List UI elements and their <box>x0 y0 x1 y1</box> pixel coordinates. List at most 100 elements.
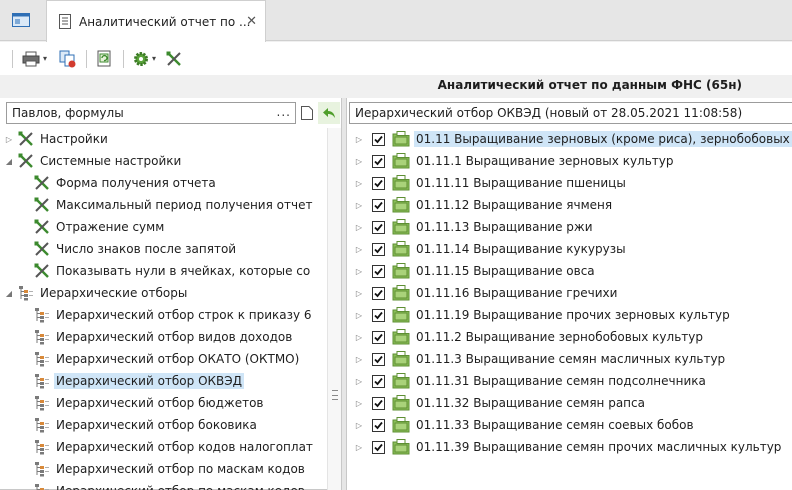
settings-filter-field[interactable]: Павлов, формулы ... <box>6 102 296 124</box>
app-window: Аналитический отчет по ... ✕ ▾ ▾ Аналити… <box>0 0 792 490</box>
expand-icon[interactable]: ▷ <box>354 201 364 210</box>
tree-node[interactable]: Иерархический отбор боковика <box>30 414 259 436</box>
toolbar: ▾ ▾ <box>0 42 792 75</box>
tab-strip: Аналитический отчет по ... ✕ <box>0 0 792 42</box>
expand-icon[interactable]: ▷ <box>354 377 364 386</box>
expand-icon[interactable]: ▷ <box>354 267 364 276</box>
tree-node[interactable]: Иерархический отбор строк к приказу 6 <box>30 304 314 326</box>
tree-node[interactable]: Форма получения отчета <box>30 172 218 194</box>
okved-row[interactable]: ▷ 01.11.31 Выращивание семян подсолнечник… <box>347 370 708 392</box>
chevron-down-icon[interactable]: ▾ <box>152 54 156 63</box>
tree-node[interactable]: Иерархический отбор кодов налогоплат <box>30 436 315 458</box>
okved-row[interactable]: ▷ 01.11.13 Выращивание ржи <box>347 216 595 238</box>
okved-row[interactable]: ▷ 01.11.32 Выращивание семян рапса <box>347 392 647 414</box>
row-checkbox[interactable] <box>372 220 385 234</box>
chevron-down-icon[interactable]: ▾ <box>43 54 47 63</box>
expand-icon[interactable]: ▷ <box>354 311 364 320</box>
ellipsis-button[interactable]: ... <box>277 105 291 119</box>
tools-button[interactable] <box>163 47 185 71</box>
expand-icon[interactable]: ▷ <box>354 245 364 254</box>
row-checkbox[interactable] <box>372 374 385 388</box>
row-checkbox[interactable] <box>372 418 385 432</box>
folder-icon <box>392 175 410 191</box>
checkmark-icon <box>374 421 383 429</box>
okved-row[interactable]: ▷ 01.11.3 Выращивание семян масличных кул… <box>347 348 727 370</box>
okved-row[interactable]: ▷ 01.11.15 Выращивание овса <box>347 260 597 282</box>
row-checkbox[interactable] <box>372 352 385 366</box>
document-icon <box>59 14 71 29</box>
checkmark-icon <box>374 289 383 297</box>
back-button[interactable] <box>318 102 340 124</box>
okved-row[interactable]: ▷ 01.11.14 Выращивание кукурузы <box>347 238 628 260</box>
expand-icon[interactable]: ▷ <box>354 399 364 408</box>
okved-row[interactable]: ▷ 01.11.12 Выращивание ячменя <box>347 194 614 216</box>
collapse-icon[interactable]: ◢ <box>4 289 14 298</box>
checkmark-icon <box>374 223 383 231</box>
expand-icon[interactable]: ▷ <box>354 289 364 298</box>
okved-row[interactable]: ▷ 01.11.16 Выращивание гречихи <box>347 282 619 304</box>
okved-row[interactable]: ▷ 01.11.33 Выращивание семян соевых бобов <box>347 414 696 436</box>
row-checkbox[interactable] <box>372 242 385 256</box>
refresh-report-button[interactable] <box>93 47 117 71</box>
tree-node[interactable]: Показывать нули в ячейках, которые со <box>30 260 312 282</box>
expand-icon[interactable]: ▷ <box>354 333 364 342</box>
row-checkbox[interactable] <box>372 176 385 190</box>
expand-icon[interactable]: ▷ <box>354 421 364 430</box>
expand-icon[interactable]: ▷ <box>4 135 14 144</box>
scrollbar-grip[interactable] <box>332 390 338 400</box>
row-checkbox[interactable] <box>372 286 385 300</box>
tree-node-label: Иерархический отбор ОКАТО (ОКТМО) <box>56 352 300 366</box>
arrow-back-icon <box>323 108 335 118</box>
expand-icon[interactable]: ▷ <box>354 223 364 232</box>
hierarchy-icon <box>34 483 50 490</box>
expand-icon[interactable]: ▷ <box>354 179 364 188</box>
okved-row-label: 01.11.11 Выращивание пшеницы <box>416 176 626 190</box>
tree-node[interactable]: Иерархический отбор бюджетов <box>30 392 265 414</box>
tab-analytic-report[interactable]: Аналитический отчет по ... ✕ <box>46 0 266 42</box>
row-checkbox[interactable] <box>372 308 385 322</box>
okved-row-label: 01.11.14 Выращивание кукурузы <box>416 242 626 256</box>
new-settings-button[interactable] <box>296 102 318 124</box>
tree-node[interactable]: Отражение сумм <box>30 216 166 238</box>
row-checkbox[interactable] <box>372 154 385 168</box>
okved-row-label: 01.11.33 Выращивание семян соевых бобов <box>416 418 694 432</box>
okved-row-label: 01.11.1 Выращивание зерновых культур <box>416 154 674 168</box>
row-checkbox[interactable] <box>372 198 385 212</box>
expand-icon[interactable]: ▷ <box>354 355 364 364</box>
row-checkbox[interactable] <box>372 330 385 344</box>
tree-node[interactable]: Иерархический отбор видов доходов <box>30 326 294 348</box>
tree-node[interactable]: ▷ Настройки <box>4 128 110 150</box>
settings-button[interactable]: ▾ <box>130 47 159 71</box>
tree-node[interactable]: ◢ Иерархические отборы <box>4 282 189 304</box>
tree-node[interactable]: Иерархический отбор по маскам кодов <box>30 480 307 490</box>
expand-icon[interactable]: ▷ <box>354 157 364 166</box>
row-checkbox[interactable] <box>372 132 385 146</box>
hierarchy-icon <box>34 351 50 367</box>
tree-node[interactable]: ◢ Системные настройки <box>4 150 183 172</box>
expand-icon[interactable]: ▷ <box>354 443 364 452</box>
okved-row[interactable]: ▷ 01.11.11 Выращивание пшеницы <box>347 172 628 194</box>
vertical-scrollbar[interactable] <box>327 128 341 490</box>
collapse-icon[interactable]: ◢ <box>4 157 14 166</box>
copy-button[interactable] <box>56 47 80 71</box>
hierarchy-icon <box>34 439 50 455</box>
print-button[interactable]: ▾ <box>19 47 50 71</box>
okved-row[interactable]: ▷ 01.11 Выращивание зерновых (кроме риса)… <box>347 128 792 150</box>
tree-node[interactable]: Иерархический отбор ОКВЭД <box>30 370 245 392</box>
okved-row[interactable]: ▷ 01.11.39 Выращивание семян прочих масли… <box>347 436 783 458</box>
tree-node[interactable]: Максимальный период получения отчет <box>30 194 314 216</box>
okved-row[interactable]: ▷ 01.11.1 Выращивание зерновых культур <box>347 150 676 172</box>
okved-row-label: 01.11 Выращивание зерновых (кроме риса),… <box>414 131 792 147</box>
okved-row[interactable]: ▷ 01.11.2 Выращивание зернобобовых культу… <box>347 326 705 348</box>
okved-panel-header: Иерархический отбор ОКВЭД (новый от 28.0… <box>349 102 792 124</box>
tree-node[interactable]: Число знаков после запятой <box>30 238 238 260</box>
row-checkbox[interactable] <box>372 264 385 278</box>
tab-home[interactable] <box>0 0 42 40</box>
okved-row[interactable]: ▷ 01.11.19 Выращивание прочих зерновых ку… <box>347 304 732 326</box>
tree-node[interactable]: Иерархический отбор по маскам кодов <box>30 458 307 480</box>
close-icon[interactable]: ✕ <box>246 14 257 29</box>
row-checkbox[interactable] <box>372 396 385 410</box>
row-checkbox[interactable] <box>372 440 385 454</box>
tree-node[interactable]: Иерархический отбор ОКАТО (ОКТМО) <box>30 348 301 370</box>
expand-icon[interactable]: ▷ <box>354 135 364 144</box>
